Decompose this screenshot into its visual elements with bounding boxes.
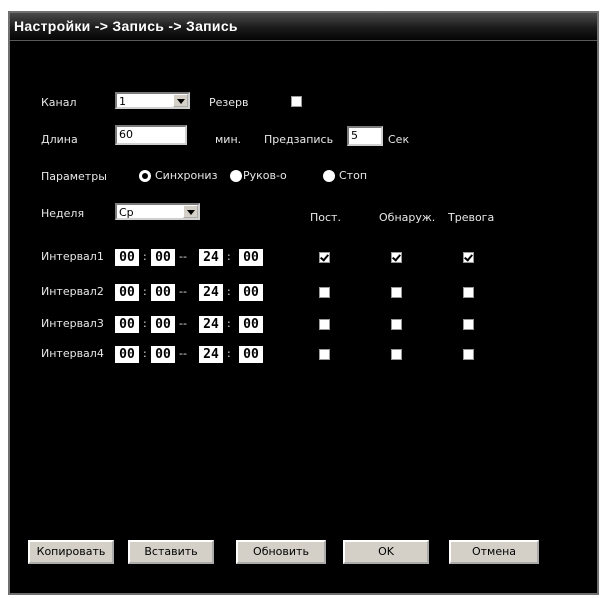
- constant-checkbox[interactable]: [319, 319, 330, 330]
- time-dash: --: [179, 317, 187, 330]
- end-hour-field[interactable]: 24: [199, 316, 223, 333]
- radio-sync-label: Синхрониз: [155, 169, 218, 182]
- chevron-down-icon[interactable]: [173, 94, 188, 107]
- start-hour-field[interactable]: 00: [115, 316, 139, 333]
- end-minute-field[interactable]: 00: [239, 249, 263, 266]
- constant-checkbox[interactable]: [319, 252, 330, 263]
- start-hour-field[interactable]: 00: [115, 249, 139, 266]
- reserve-label: Резерв: [209, 96, 249, 109]
- start-minute-field[interactable]: 00: [151, 346, 175, 363]
- week-value: Ср: [119, 206, 134, 219]
- prerecord-unit: Сек: [388, 133, 410, 146]
- time-dash: --: [179, 347, 187, 360]
- radio-manual-label: Руков-о: [243, 169, 287, 182]
- constant-checkbox[interactable]: [319, 287, 330, 298]
- copy-button[interactable]: Копировать: [28, 540, 114, 564]
- channel-select[interactable]: 1: [115, 92, 190, 109]
- time-colon: :: [143, 285, 147, 298]
- start-minute-field[interactable]: 00: [151, 316, 175, 333]
- end-hour-field[interactable]: 24: [199, 284, 223, 301]
- prerecord-input[interactable]: 5: [347, 126, 383, 146]
- time-colon: :: [227, 250, 231, 263]
- end-minute-field[interactable]: 00: [239, 316, 263, 333]
- time-colon: :: [143, 347, 147, 360]
- chevron-down-icon[interactable]: [183, 205, 198, 218]
- prerecord-label: Предзапись: [264, 133, 334, 146]
- col-constant: Пост.: [310, 211, 341, 224]
- radio-sync[interactable]: [139, 170, 151, 182]
- start-minute-field[interactable]: 00: [151, 249, 175, 266]
- week-select[interactable]: Ср: [115, 203, 200, 220]
- alarm-checkbox[interactable]: [463, 349, 474, 360]
- cancel-button[interactable]: Отмена: [449, 540, 539, 564]
- end-hour-field[interactable]: 24: [199, 346, 223, 363]
- end-minute-field[interactable]: 00: [239, 284, 263, 301]
- detect-checkbox[interactable]: [391, 319, 402, 330]
- alarm-checkbox[interactable]: [463, 287, 474, 298]
- length-value: 60: [119, 128, 133, 141]
- time-colon: :: [143, 317, 147, 330]
- detect-checkbox[interactable]: [391, 287, 402, 298]
- interval-label: Интервал1: [41, 250, 104, 263]
- interval-label: Интервал2: [41, 285, 104, 298]
- time-colon: :: [227, 347, 231, 360]
- length-label: Длина: [41, 133, 78, 146]
- time-colon: :: [227, 285, 231, 298]
- radio-manual[interactable]: [230, 170, 242, 182]
- alarm-checkbox[interactable]: [463, 319, 474, 330]
- interval-label: Интервал3: [41, 317, 104, 330]
- start-minute-field[interactable]: 00: [151, 284, 175, 301]
- col-alarm: Тревога: [448, 211, 495, 224]
- alarm-checkbox[interactable]: [463, 252, 474, 263]
- detect-checkbox[interactable]: [391, 252, 402, 263]
- window-title: Настройки -> Запись -> Запись: [14, 18, 238, 34]
- end-hour-field[interactable]: 24: [199, 249, 223, 266]
- channel-value: 1: [119, 95, 126, 108]
- paste-button[interactable]: Вставить: [128, 540, 214, 564]
- col-detect: Обнаруж.: [379, 211, 436, 224]
- settings-window: Настройки -> Запись -> Запись Канал 1 Ре…: [8, 11, 599, 595]
- ok-button[interactable]: OK: [343, 540, 429, 564]
- refresh-button[interactable]: Обновить: [236, 540, 326, 564]
- length-unit: мин.: [215, 133, 242, 146]
- channel-label: Канал: [41, 96, 77, 109]
- end-minute-field[interactable]: 00: [239, 346, 263, 363]
- interval-label: Интервал4: [41, 347, 104, 360]
- params-label: Параметры: [41, 170, 107, 183]
- time-dash: --: [179, 250, 187, 263]
- week-label: Неделя: [41, 207, 85, 220]
- radio-stop[interactable]: [323, 170, 335, 182]
- time-colon: :: [227, 317, 231, 330]
- start-hour-field[interactable]: 00: [115, 284, 139, 301]
- radio-stop-label: Стоп: [339, 169, 368, 182]
- prerecord-value: 5: [351, 129, 358, 142]
- detect-checkbox[interactable]: [391, 349, 402, 360]
- length-input[interactable]: 60: [115, 125, 187, 145]
- time-colon: :: [143, 250, 147, 263]
- time-dash: --: [179, 285, 187, 298]
- constant-checkbox[interactable]: [319, 349, 330, 360]
- title-bar: Настройки -> Запись -> Запись: [10, 13, 597, 41]
- reserve-checkbox[interactable]: [291, 96, 302, 107]
- start-hour-field[interactable]: 00: [115, 346, 139, 363]
